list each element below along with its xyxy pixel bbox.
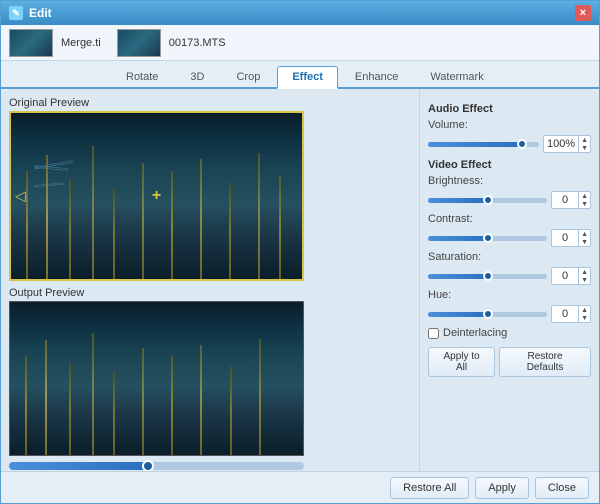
contrast-label: Contrast: [428, 213, 493, 225]
contrast-label-row: Contrast: [428, 213, 591, 225]
preview-panel: Original Preview ≈≈≈≈≈≈≈≈≈ ≈≈≈≈≈≈≈ ≈≈≈≈≈… [1, 89, 419, 471]
restore-defaults-button[interactable]: Restore Defaults [499, 347, 591, 377]
brightness-label-row: Brightness: [428, 175, 591, 187]
close-window-button[interactable]: × [575, 5, 591, 21]
saturation-slider-track[interactable] [428, 274, 547, 279]
title-bar: ✎ Edit × [1, 1, 599, 25]
hue-slider-track[interactable] [428, 312, 547, 317]
file-name-1: Merge.ti [61, 37, 101, 49]
saturation-label: Saturation: [428, 251, 493, 263]
hue-down-arrow[interactable]: ▼ [579, 314, 590, 322]
brightness-spinbox[interactable]: 0 ▲ ▼ [551, 191, 591, 209]
restore-all-button[interactable]: Restore All [390, 477, 469, 499]
volume-control-row: Volume: [428, 119, 591, 131]
deinterlacing-checkbox[interactable] [428, 328, 439, 339]
bottom-bar: Restore All Apply Close [1, 471, 599, 503]
saturation-slider-row: 0 ▲ ▼ [428, 267, 591, 285]
original-preview-section: Original Preview ≈≈≈≈≈≈≈≈≈ ≈≈≈≈≈≈≈ ≈≈≈≈≈… [9, 97, 411, 281]
video-section-title: Video Effect [428, 159, 591, 171]
right-panel-buttons: Apply to All Restore Defaults [428, 347, 591, 377]
hue-value: 0 [552, 308, 578, 320]
saturation-spinbox[interactable]: 0 ▲ ▼ [551, 267, 591, 285]
crosshair: + [152, 187, 161, 205]
contrast-slider-row: 0 ▲ ▼ [428, 229, 591, 247]
right-panel: Audio Effect Volume: 100% ▲ ▼ Video [419, 89, 599, 471]
brightness-slider-row: 0 ▲ ▼ [428, 191, 591, 209]
volume-slider-track[interactable] [428, 142, 539, 147]
contrast-slider-track[interactable] [428, 236, 547, 241]
window-title: Edit [29, 6, 52, 20]
hue-label: Hue: [428, 289, 493, 301]
output-preview-section: Output Preview [9, 287, 411, 471]
output-preview-label: Output Preview [9, 287, 411, 299]
volume-spinbox[interactable]: 100% ▲ ▼ [543, 135, 591, 153]
deinterlacing-label: Deinterlacing [443, 327, 507, 339]
saturation-value: 0 [552, 270, 578, 282]
volume-down-arrow[interactable]: ▼ [579, 144, 590, 152]
hue-up-arrow[interactable]: ▲ [579, 306, 590, 314]
brightness-label: Brightness: [428, 175, 493, 187]
edit-window: ✎ Edit × Merge.ti 00173.MTS Rotate 3D Cr… [0, 0, 600, 504]
brightness-up-arrow[interactable]: ▲ [579, 192, 590, 200]
contrast-down-arrow[interactable]: ▼ [579, 238, 590, 246]
file-thumb-2 [117, 29, 161, 57]
hue-slider-row: 0 ▲ ▼ [428, 305, 591, 323]
video-progress-bar[interactable] [9, 462, 304, 470]
volume-value: 100% [544, 138, 578, 150]
contrast-up-arrow[interactable]: ▲ [579, 230, 590, 238]
tab-enhance[interactable]: Enhance [340, 66, 413, 87]
saturation-down-arrow[interactable]: ▼ [579, 276, 590, 284]
main-content: Original Preview ≈≈≈≈≈≈≈≈≈ ≈≈≈≈≈≈≈ ≈≈≈≈≈… [1, 89, 599, 471]
hue-label-row: Hue: [428, 289, 591, 301]
deinterlacing-row: Deinterlacing [428, 327, 591, 339]
tabs-bar: Rotate 3D Crop Effect Enhance Watermark [1, 61, 599, 89]
tab-3d[interactable]: 3D [175, 66, 219, 87]
volume-up-arrow[interactable]: ▲ [579, 136, 590, 144]
contrast-spinbox[interactable]: 0 ▲ ▼ [551, 229, 591, 247]
window-icon: ✎ [9, 6, 23, 20]
volume-label: Volume: [428, 119, 493, 131]
apply-button[interactable]: Apply [475, 477, 529, 499]
audio-section-title: Audio Effect [428, 103, 591, 115]
brightness-value: 0 [552, 194, 578, 206]
close-button[interactable]: Close [535, 477, 589, 499]
contrast-value: 0 [552, 232, 578, 244]
original-preview-label: Original Preview [9, 97, 411, 109]
tab-watermark[interactable]: Watermark [415, 66, 498, 87]
tab-effect[interactable]: Effect [277, 66, 338, 89]
saturation-label-row: Saturation: [428, 251, 591, 263]
volume-slider-row: 100% ▲ ▼ [428, 135, 591, 153]
output-preview-video [9, 301, 304, 456]
file-name-2: 00173.MTS [169, 37, 226, 49]
file-thumb-1 [9, 29, 53, 57]
brightness-down-arrow[interactable]: ▼ [579, 200, 590, 208]
original-preview-video: ≈≈≈≈≈≈≈≈≈ ≈≈≈≈≈≈≈ ≈≈≈≈≈≈≈≈ [9, 111, 304, 281]
file-bar: Merge.ti 00173.MTS [1, 25, 599, 61]
crop-handle-left: ◁ [15, 188, 26, 205]
saturation-up-arrow[interactable]: ▲ [579, 268, 590, 276]
tab-crop[interactable]: Crop [221, 66, 275, 87]
brightness-slider-track[interactable] [428, 198, 547, 203]
hue-spinbox[interactable]: 0 ▲ ▼ [551, 305, 591, 323]
apply-to-all-button[interactable]: Apply to All [428, 347, 495, 377]
progress-section: ⏮ ▶ ⏩ ⏹ ⏭ 🔊 00:02:13/00:05:08 [9, 462, 411, 471]
tab-rotate[interactable]: Rotate [111, 66, 173, 87]
